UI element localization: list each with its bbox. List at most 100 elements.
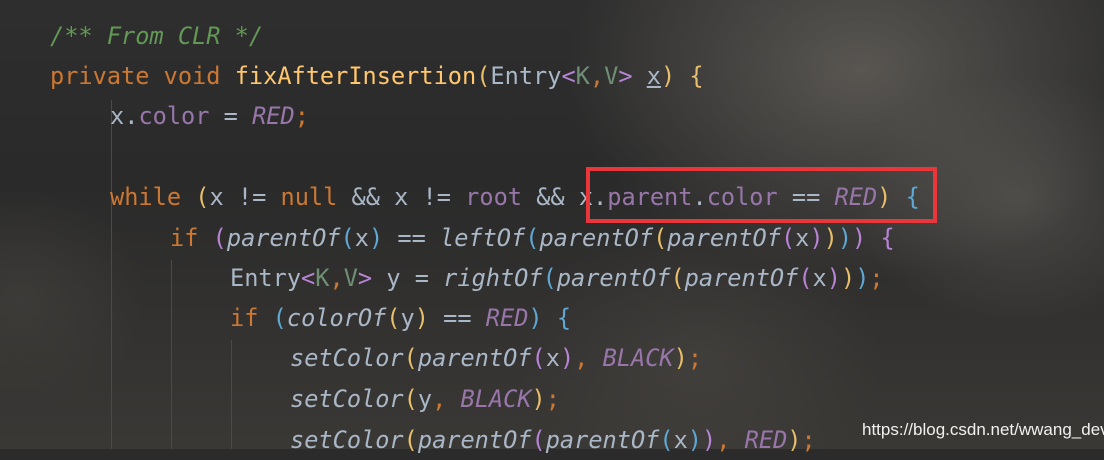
code-token: ; <box>545 385 560 413</box>
code-token: x <box>673 426 688 454</box>
code-token: ) <box>826 264 841 292</box>
code-token: setColor <box>290 426 404 454</box>
code-token: ) <box>673 344 688 372</box>
code-token: setColor <box>290 344 404 372</box>
code-token: < <box>301 264 316 292</box>
code-line[interactable]: setColor(parentOf(parentOf(x)), RED); <box>290 420 816 460</box>
code-token: ) <box>823 224 838 252</box>
code-token: RED <box>744 426 788 454</box>
code-token: , <box>716 426 745 454</box>
code-token: BLACK <box>602 344 674 372</box>
code-token: null <box>280 183 338 211</box>
code-token: /** From CLR */ <box>50 22 264 50</box>
code-token: x <box>110 102 125 130</box>
code-token: fixAfterInsertion <box>234 62 477 90</box>
code-token: parentOf <box>226 224 341 252</box>
code-token: ; <box>869 264 884 292</box>
code-token: V <box>604 62 619 90</box>
code-token: ( <box>531 426 546 454</box>
indent-guide <box>171 260 172 449</box>
code-token: parentOf <box>545 426 660 454</box>
code-token: BLACK <box>460 385 532 413</box>
code-token: ( <box>542 264 557 292</box>
code-token: setColor <box>290 385 404 413</box>
code-token: ) <box>687 426 703 454</box>
code-token: y <box>400 304 415 332</box>
code-token: ( <box>195 183 210 211</box>
code-token: rightOf <box>443 264 543 292</box>
indent-guide <box>111 100 112 449</box>
code-token: == <box>428 304 486 332</box>
code-token: void <box>163 62 221 90</box>
code-line[interactable]: private void fixAfterInsertion(Entry<K,V… <box>50 56 704 96</box>
code-token: parentOf <box>417 344 532 372</box>
code-token: { <box>689 62 704 90</box>
code-token: parentOf <box>417 426 532 454</box>
code-token: ( <box>659 426 674 454</box>
code-token: ) <box>559 344 575 372</box>
code-token: > <box>618 62 633 90</box>
code-token: x <box>795 224 810 252</box>
highlight-box <box>586 167 937 223</box>
code-token: x != <box>209 183 281 211</box>
code-token: V <box>343 264 358 292</box>
code-line[interactable]: setColor(parentOf(x), BLACK); <box>290 338 702 378</box>
code-token: ) <box>852 224 867 252</box>
code-token: ) <box>414 304 429 332</box>
code-token: ( <box>798 264 813 292</box>
code-token: ( <box>212 224 227 252</box>
code-token: ) <box>855 264 870 292</box>
code-token: if <box>230 304 259 332</box>
code-line[interactable]: x.color = RED; <box>110 96 309 136</box>
code-token: y = <box>372 264 444 292</box>
code-token: , <box>574 344 603 372</box>
code-token: > <box>357 264 373 292</box>
code-token: parentOf <box>667 224 781 252</box>
code-token: ) <box>368 224 384 252</box>
code-token: ( <box>780 224 796 252</box>
code-token: x <box>545 344 560 372</box>
watermark: https://blog.csdn.net/wwang_dev <box>862 420 1104 439</box>
code-token: . <box>124 102 139 130</box>
code-token: < <box>561 62 576 90</box>
code-token: color <box>138 102 210 130</box>
code-token: ( <box>403 385 418 413</box>
code-token: ) <box>528 304 543 332</box>
code-line[interactable]: /** From CLR */ <box>50 16 263 56</box>
code-token: ; <box>801 426 816 454</box>
code-token: parentOf <box>684 264 799 292</box>
code-token: Entry <box>230 264 302 292</box>
code-token: , <box>589 62 605 90</box>
code-line[interactable]: if (colorOf(y) == RED) { <box>230 298 571 338</box>
code-token: ) <box>809 224 824 252</box>
code-token: K <box>315 264 330 292</box>
code-token: while <box>110 183 182 211</box>
code-line[interactable]: setColor(y, BLACK); <box>290 379 560 419</box>
code-line[interactable]: Entry<K,V> y = rightOf(parentOf(parentOf… <box>230 258 884 298</box>
code-token: ( <box>386 304 401 332</box>
code-token: Entry <box>490 62 562 90</box>
code-token: ( <box>403 426 418 454</box>
code-token: leftOf <box>439 224 526 252</box>
code-line[interactable]: if (parentOf(x) == leftOf(parentOf(paren… <box>170 218 895 258</box>
code-token: ; <box>687 344 703 372</box>
code-token: x <box>646 62 661 90</box>
code-token: ) <box>702 426 717 454</box>
code-editor: /** From CLR */ private void fixAfterIns… <box>0 0 1104 454</box>
code-token: RED <box>485 304 529 332</box>
code-token: ; <box>294 102 309 130</box>
code-token: ) <box>840 264 856 292</box>
code-token: ) <box>660 62 676 90</box>
code-token: if <box>170 224 199 252</box>
code-token: root <box>465 183 522 211</box>
code-token: ( <box>531 344 546 372</box>
